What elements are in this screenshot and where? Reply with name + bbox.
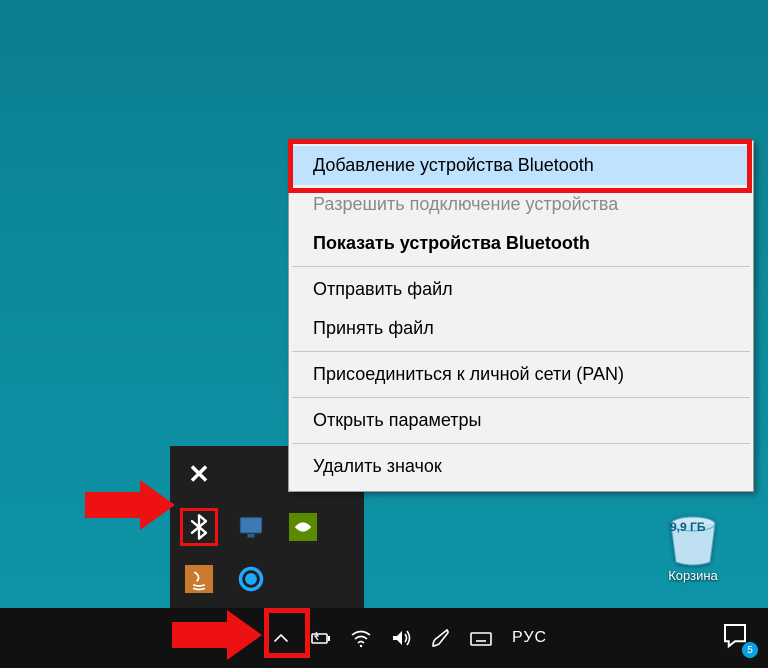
menu-send-file[interactable]: Отправить файл [291,270,751,309]
menu-separator [292,443,750,444]
cortana-tray-icon[interactable] [234,562,268,596]
taskbar: РУС 5 [0,608,768,668]
nvidia-tray-icon[interactable] [286,510,320,544]
menu-show-bluetooth-devices[interactable]: Показать устройства Bluetooth [291,224,751,263]
battery-icon[interactable] [308,625,334,651]
notification-count: 5 [742,642,758,658]
bluetooth-tray-icon[interactable] [182,510,216,544]
menu-separator [292,351,750,352]
recycle-bin[interactable]: 9,9 ГБ Корзина [648,514,738,583]
menu-separator [292,397,750,398]
volume-icon[interactable] [388,625,414,651]
bluetooth-context-menu: Добавление устройства Bluetooth Разрешит… [288,140,754,492]
language-indicator[interactable]: РУС [512,629,547,647]
menu-receive-file[interactable]: Принять файл [291,309,751,348]
security-icon[interactable]: ✕ [182,458,216,492]
tray-overflow-button[interactable] [268,625,294,651]
menu-allow-connection: Разрешить подключение устройства [291,185,751,224]
annotation-arrow-bluetooth [85,480,175,530]
monitor-tray-icon[interactable] [234,510,268,544]
keyboard-icon[interactable] [468,625,494,651]
recycle-bin-icon: 9,9 ГБ [664,514,722,566]
system-tray: РУС [268,625,547,651]
recycle-bin-capacity: 9,9 ГБ [670,520,705,534]
desktop[interactable]: 9,9 ГБ Корзина ✕ Добавление устройства B… [0,0,768,668]
recycle-bin-label: Корзина [648,568,738,583]
action-center-button[interactable]: 5 [720,620,756,656]
menu-separator [292,266,750,267]
menu-open-settings[interactable]: Открыть параметры [291,401,751,440]
menu-remove-icon[interactable]: Удалить значок [291,447,751,486]
menu-add-bluetooth-device[interactable]: Добавление устройства Bluetooth [291,146,751,185]
wifi-icon[interactable] [348,625,374,651]
java-tray-icon[interactable] [182,562,216,596]
menu-join-pan[interactable]: Присоединиться к личной сети (PAN) [291,355,751,394]
pen-icon[interactable] [428,625,454,651]
